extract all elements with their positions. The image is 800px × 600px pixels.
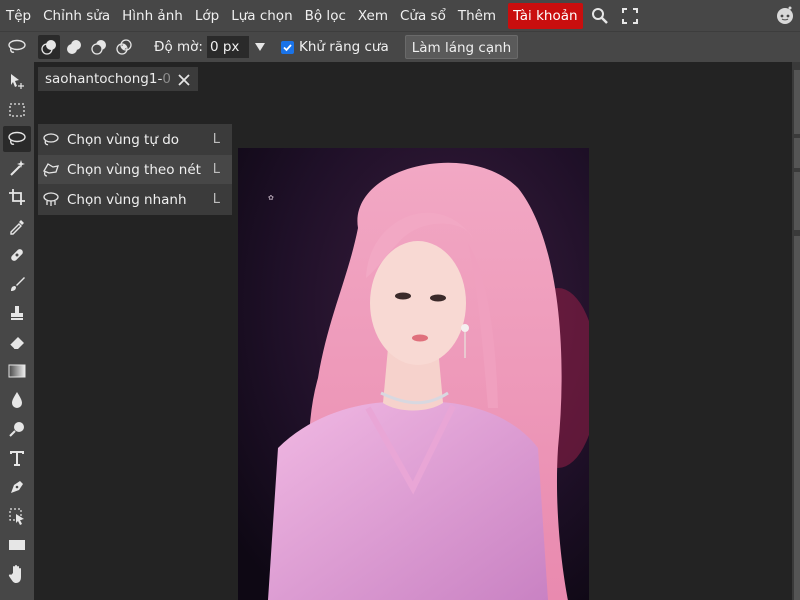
fullscreen-icon[interactable] [617,3,643,29]
right-panel-tab[interactable] [794,138,800,168]
menu-file[interactable]: Tệp [0,3,37,29]
type-icon[interactable] [3,445,31,471]
chevron-down-icon[interactable] [253,40,267,54]
menu-more[interactable]: Thêm [452,3,502,29]
stamp-icon[interactable] [3,300,31,326]
flyout-item-polygonal-lasso[interactable]: Chọn vùng theo nét L [38,155,232,184]
eyedropper-icon[interactable] [3,213,31,239]
eraser-icon[interactable] [3,329,31,355]
reddit-icon[interactable] [774,4,796,26]
healing-icon[interactable] [3,242,31,268]
right-panel-tab[interactable] [794,172,800,230]
menu-image[interactable]: Hình ảnh [116,3,189,29]
account-button[interactable]: Tài khoản [508,2,583,29]
add-selection-icon[interactable] [63,35,85,59]
menu-select[interactable]: Lựa chọn [225,3,298,29]
move-tool-icon[interactable] [3,68,31,94]
menu-layer[interactable]: Lớp [189,3,225,29]
path-select-icon[interactable] [3,503,31,529]
lasso-flyout-menu: Chọn vùng tự do L Chọn vùng theo nét L C… [38,124,232,215]
menu-edit[interactable]: Chỉnh sửa [37,3,116,29]
feather-label: Độ mờ: [154,39,203,55]
hand-icon[interactable] [3,561,31,587]
rectangle-icon[interactable] [3,532,31,558]
lasso-icon [41,130,61,150]
crop-icon[interactable] [3,184,31,210]
flyout-item-magnetic-lasso[interactable]: Chọn vùng nhanh L [38,185,232,214]
antialias-checkbox[interactable] [280,40,294,54]
options-bar: Độ mờ: Khử răng cưa Làm láng cạnh [0,31,800,62]
subtract-selection-icon[interactable] [88,35,110,59]
polygonal-lasso-icon [41,160,61,180]
right-panel-tab[interactable] [794,236,800,600]
menu-window[interactable]: Cửa sổ [394,3,452,29]
dodge-icon[interactable] [3,416,31,442]
lasso-icon[interactable] [4,35,30,59]
menu-view[interactable]: Xem [352,3,394,29]
tool-bar [0,62,34,600]
intersect-selection-icon[interactable] [113,35,135,59]
close-icon[interactable] [177,72,191,86]
search-icon[interactable] [587,3,613,29]
magic-wand-icon[interactable] [3,155,31,181]
brush-icon[interactable] [3,271,31,297]
right-panel-tab[interactable] [794,70,800,134]
document-tab[interactable]: saohantochong1-07 [38,67,198,91]
magnetic-lasso-icon [41,190,61,210]
blur-icon[interactable] [3,387,31,413]
refine-edge-button[interactable]: Làm láng cạnh [404,35,519,59]
feather-input[interactable] [206,36,249,58]
canvas-image[interactable]: ✿ [238,148,589,600]
menu-filter[interactable]: Bộ lọc [299,3,352,29]
antialias-label: Khử răng cưa [298,39,389,55]
marquee-icon[interactable] [3,97,31,123]
lasso-tool-icon[interactable] [3,126,31,152]
gradient-icon[interactable] [3,358,31,384]
flyout-item-freehand-lasso[interactable]: Chọn vùng tự do L [38,125,232,154]
document-tab-name: saohantochong1-07 [45,71,170,87]
svg-text:✿: ✿ [268,194,274,202]
new-selection-icon[interactable] [38,35,60,59]
menu-bar: Tệp Chỉnh sửa Hình ảnh Lớp Lựa chọn Bộ l… [0,0,800,31]
pen-icon[interactable] [3,474,31,500]
